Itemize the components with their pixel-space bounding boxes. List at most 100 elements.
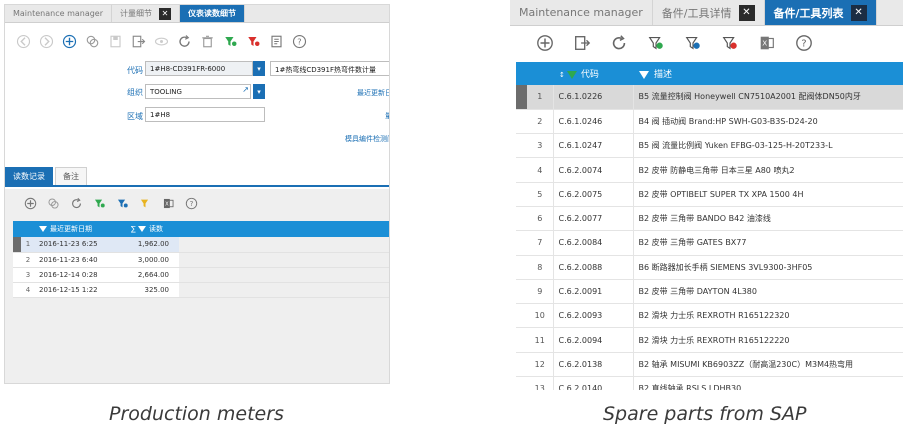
- row-selector[interactable]: [13, 237, 21, 253]
- org-field[interactable]: TOOLING: [145, 84, 251, 99]
- cell-code[interactable]: C.6.2.0138: [553, 352, 634, 378]
- filter-green-icon[interactable]: [222, 33, 239, 50]
- cell-description[interactable]: B5 阀 流量比例阀 Yuken EFBG-03-125-H-20T233-L: [633, 133, 903, 159]
- row-selector[interactable]: [516, 206, 527, 232]
- cell-description[interactable]: B2 滑块 力士乐 REXROTH R165122220: [633, 327, 903, 353]
- table-row[interactable]: 13 C.6.2.0140 B2 直线轴承 RSLS LDHB30: [516, 376, 903, 390]
- cell-date[interactable]: 2016-12-14 0:28: [35, 267, 127, 283]
- close-icon[interactable]: ✕: [738, 4, 755, 21]
- add-icon[interactable]: [61, 33, 78, 50]
- table-row[interactable]: 4 2016-12-15 1:22 325.00: [13, 282, 389, 298]
- row-selector[interactable]: [516, 133, 527, 159]
- cell-reading[interactable]: 2,664.00: [127, 267, 179, 283]
- cell-date[interactable]: 2016-12-15 1:22: [35, 282, 127, 298]
- cell-description[interactable]: B2 皮带 三角带 BANDO B42 油漆线: [633, 206, 903, 232]
- delete-icon[interactable]: [199, 33, 216, 50]
- close-icon[interactable]: ✕: [850, 4, 867, 21]
- close-icon[interactable]: ✕: [159, 7, 172, 20]
- export-icon[interactable]: [130, 33, 147, 50]
- help-icon[interactable]: ?: [184, 196, 199, 211]
- table-row[interactable]: 3 C.6.1.0247 B5 阀 流量比例阀 Yuken EFBG-03-125-…: [516, 133, 903, 159]
- row-selector[interactable]: [516, 182, 527, 207]
- row-selector[interactable]: [516, 109, 527, 135]
- cell-description[interactable]: B2 皮带 OPTIBELT SUPER TX XPA 1500 4H: [633, 182, 903, 207]
- excel-icon[interactable]: X: [757, 33, 777, 53]
- cell-description[interactable]: B6 断路器加长手柄 SIEMENS 3VL9300-3HF05: [633, 255, 903, 280]
- column-header-code[interactable]: ↕ 代码: [553, 62, 633, 85]
- cell-code[interactable]: C.6.1.0246: [553, 109, 634, 135]
- report-icon[interactable]: [268, 33, 285, 50]
- table-row[interactable]: 4 C.6.2.0074 B2 皮带 防静电三角带 日本三星 A80 喷丸2: [516, 157, 903, 183]
- cell-code[interactable]: C.6.2.0091: [553, 279, 634, 305]
- row-selector[interactable]: [516, 376, 527, 390]
- code-description-field[interactable]: 1#热弯线CD391F热弯件数计量: [270, 61, 389, 76]
- cell-description[interactable]: B2 皮带 防静电三角带 日本三星 A80 喷丸2: [633, 157, 903, 183]
- cell-code[interactable]: C.6.2.0075: [553, 182, 634, 207]
- area-field[interactable]: 1#H8: [145, 107, 265, 122]
- cell-code[interactable]: C.6.1.0247: [553, 133, 634, 159]
- subtab-notes[interactable]: 备注: [55, 167, 87, 185]
- row-selector[interactable]: [516, 279, 527, 305]
- table-row[interactable]: 1 2016-11-23 6:25 1,962.00: [13, 237, 389, 253]
- template-link[interactable]: 模具编件检测间: [345, 134, 389, 144]
- tab-part-detail[interactable]: 备件/工具详情 ✕: [653, 0, 765, 25]
- cell-code[interactable]: C.6.1.0226: [553, 85, 634, 110]
- filter-red-icon[interactable]: [720, 33, 740, 53]
- tab-meter-reading-detail[interactable]: 仪表读数细节: [180, 5, 246, 22]
- export-icon[interactable]: [572, 33, 592, 53]
- filter-icon[interactable]: [39, 226, 47, 232]
- cell-description[interactable]: B2 皮带 三角带 GATES BX77: [633, 230, 903, 256]
- table-row[interactable]: 2 C.6.1.0246 B4 阀 插动阀 Brand:HP SWH-G03-B3S…: [516, 109, 903, 135]
- table-row[interactable]: 7 C.6.2.0084 B2 皮带 三角带 GATES BX77: [516, 230, 903, 256]
- cell-description[interactable]: B2 直线轴承 RSLS LDHB30: [633, 376, 903, 390]
- org-lookup-button[interactable]: ▾: [253, 84, 265, 99]
- filter-blue-icon[interactable]: [115, 196, 130, 211]
- view-icon[interactable]: [153, 33, 170, 50]
- row-selector[interactable]: [516, 157, 527, 183]
- tab-maintenance-manager[interactable]: Maintenance manager: [510, 0, 653, 25]
- last-update-link[interactable]: 最近更新日: [357, 88, 389, 98]
- code-lookup-button[interactable]: ▾: [253, 61, 265, 76]
- code-field[interactable]: 1#H8-CD391FR-6000: [145, 61, 253, 76]
- sort-icon[interactable]: ↕: [559, 71, 565, 79]
- cell-reading[interactable]: 3,000.00: [127, 252, 179, 268]
- filter-yellow-icon[interactable]: [138, 196, 153, 211]
- row-selector[interactable]: [516, 255, 527, 280]
- refresh-icon[interactable]: [176, 33, 193, 50]
- table-row[interactable]: 2 2016-11-23 6:40 3,000.00: [13, 252, 389, 268]
- excel-icon[interactable]: X: [161, 196, 176, 211]
- row-selector[interactable]: [13, 267, 21, 283]
- table-row[interactable]: 11 C.6.2.0094 B2 滑块 力士乐 REXROTH R165122220: [516, 327, 903, 353]
- row-selector[interactable]: [516, 303, 527, 329]
- cell-code[interactable]: C.6.2.0074: [553, 157, 634, 183]
- cell-description[interactable]: B2 皮带 三角带 DAYTON 4L380: [633, 279, 903, 305]
- refresh-icon[interactable]: [609, 33, 629, 53]
- table-row[interactable]: 9 C.6.2.0091 B2 皮带 三角带 DAYTON 4L380: [516, 279, 903, 305]
- cell-date[interactable]: 2016-11-23 6:40: [35, 252, 127, 268]
- row-selector[interactable]: [516, 85, 527, 110]
- cell-description[interactable]: B2 滑块 力士乐 REXROTH R165122320: [633, 303, 903, 329]
- subtab-readings[interactable]: 读数记录: [5, 167, 53, 185]
- cell-description[interactable]: B2 轴承 MISUMI KB6903ZZ（耐高温230C）M3M4热弯用: [633, 352, 903, 378]
- cell-reading[interactable]: 325.00: [127, 282, 179, 298]
- table-row[interactable]: 1 C.6.1.0226 B5 流量控制阀 Honeywell CN7510A200…: [516, 85, 903, 110]
- add-icon[interactable]: [23, 196, 38, 211]
- cell-reading[interactable]: 1,962.00: [127, 237, 179, 253]
- column-header-last-update[interactable]: 最近更新日期: [35, 221, 127, 237]
- cell-code[interactable]: C.6.2.0084: [553, 230, 634, 256]
- copy-icon[interactable]: [84, 33, 101, 50]
- tab-maintenance-manager[interactable]: Maintenance manager: [5, 5, 113, 22]
- table-row[interactable]: 8 C.6.2.0088 B6 断路器加长手柄 SIEMENS 3VL9300-3H…: [516, 255, 903, 280]
- cell-code[interactable]: C.6.2.0093: [553, 303, 634, 329]
- back-icon[interactable]: [15, 33, 32, 50]
- table-row[interactable]: 3 2016-12-14 0:28 2,664.00: [13, 267, 389, 283]
- filter-green-icon[interactable]: [92, 196, 107, 211]
- row-selector[interactable]: [516, 230, 527, 256]
- cell-description[interactable]: B4 阀 插动阀 Brand:HP SWH-G03-B3S-D24-20: [633, 109, 903, 135]
- filter-blue-icon[interactable]: [683, 33, 703, 53]
- filter-green-icon[interactable]: [646, 33, 666, 53]
- open-link-icon[interactable]: ↗: [237, 85, 249, 94]
- filter-icon[interactable]: [137, 226, 146, 232]
- filter-icon[interactable]: [639, 70, 649, 79]
- refresh-icon[interactable]: [69, 196, 84, 211]
